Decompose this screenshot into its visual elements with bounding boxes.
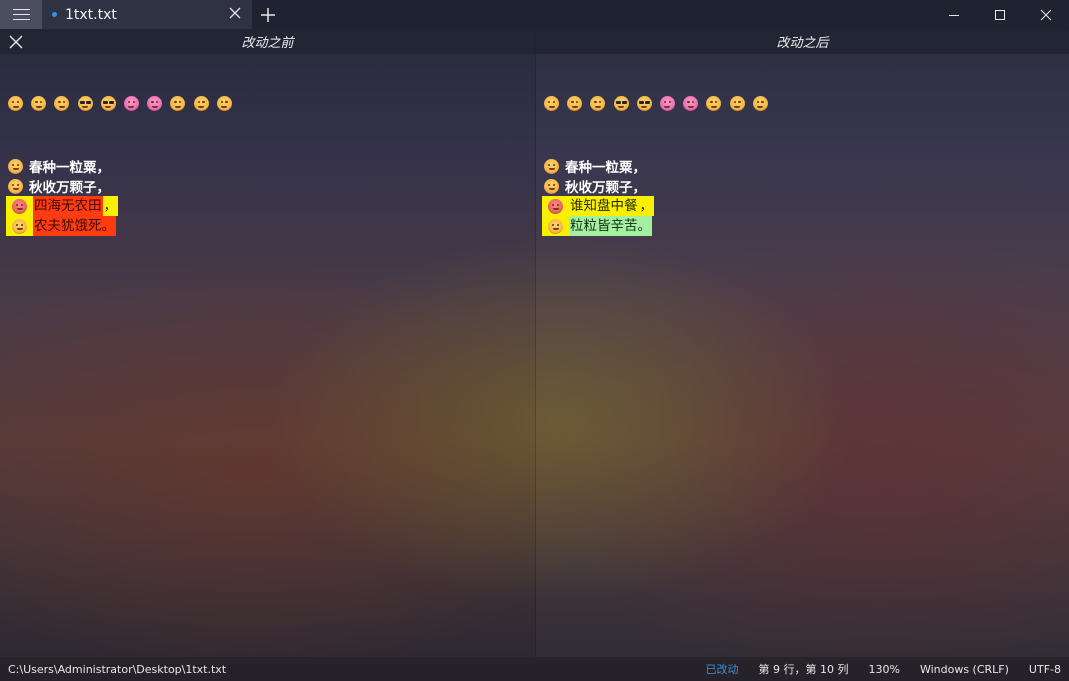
maximize-icon (995, 9, 1005, 20)
after-pane-title: 改动之后 (776, 36, 829, 51)
sad-icon (216, 96, 232, 111)
smile-icon (567, 96, 583, 111)
glasses-icon (77, 96, 93, 111)
maximize-button[interactable] (977, 0, 1023, 29)
new-tab-button[interactable] (252, 0, 284, 29)
encoding[interactable]: UTF-8 (1029, 663, 1061, 676)
minimize-button[interactable] (931, 0, 977, 29)
smile-icon (8, 96, 23, 111)
close-icon (1040, 9, 1052, 20)
changed-marker (6, 216, 33, 236)
unsaved-dot-icon (52, 12, 57, 17)
smile-icon (8, 178, 23, 194)
surprised-icon (12, 218, 27, 234)
minimize-icon (949, 14, 959, 16)
zoom-level[interactable]: 130% (869, 663, 900, 676)
added-text: 粒粒皆辛苦。 (569, 216, 652, 236)
added-line[interactable]: 粒粒皆辛苦。 (542, 216, 654, 236)
smile-icon (54, 96, 70, 111)
heart-eyes-icon (123, 96, 139, 111)
before-text[interactable]: 春种一粒粟， 秋收万颗子， 四海无农田 ， 农夫犹饿死。 (6, 156, 118, 236)
after-emoji-strip (544, 96, 776, 111)
status-bar: C:\Users\Administrator\Desktop\1txt.txt … (0, 657, 1069, 681)
cursor-position[interactable]: 第 9 行，第 10 列 (759, 661, 849, 677)
smile-icon (193, 96, 209, 111)
line-text: 秋收万颗子， (29, 180, 110, 196)
red-face-icon (12, 198, 27, 214)
after-pane-header: 改动之后 (536, 29, 1069, 54)
changed-marker (542, 196, 569, 216)
smile-icon (544, 96, 559, 111)
title-bar: 1txt.txt (0, 0, 1069, 29)
heart-eyes-icon (147, 96, 163, 111)
after-text[interactable]: 春种一粒粟， 秋收万颗子， 谁知盘中餐 ， 粒粒皆辛苦。 (542, 156, 654, 236)
deleted-line[interactable]: 四海无农田 ， (6, 196, 118, 216)
sad-icon (752, 96, 768, 111)
changed-marker (542, 216, 569, 236)
smile-icon (729, 96, 745, 111)
grin-icon (544, 158, 559, 174)
plus-icon (261, 7, 275, 22)
file-tab[interactable]: 1txt.txt (42, 0, 252, 29)
hamburger-icon (12, 8, 30, 21)
modified-status[interactable]: 已改动 (706, 661, 739, 677)
deleted-line[interactable]: 农夫犹饿死。 (6, 216, 118, 236)
text-line[interactable]: 春种一粒粟， (6, 156, 118, 176)
close-tab-icon[interactable] (228, 6, 242, 20)
text-line[interactable]: 春种一粒粟， (542, 156, 654, 176)
window-controls (931, 0, 1069, 29)
smile-icon (706, 96, 722, 111)
close-diff-icon[interactable] (9, 35, 23, 49)
glasses-icon (613, 96, 629, 111)
line-text: 春种一粒粟， (565, 160, 646, 176)
text-line[interactable]: 秋收万颗子， (6, 176, 118, 196)
smile-icon (544, 178, 559, 194)
close-window-button[interactable] (1023, 0, 1069, 29)
surprised-icon (548, 218, 563, 234)
heart-eyes-icon (683, 96, 699, 111)
text-line[interactable]: 秋收万颗子， (542, 176, 654, 196)
smile-icon (590, 96, 606, 111)
line-text: 秋收万颗子， (565, 180, 646, 196)
line-punctuation: ， (638, 196, 654, 216)
before-emoji-strip (8, 96, 240, 111)
before-pane-header: 改动之前 (0, 29, 535, 54)
changed-marker (6, 196, 33, 216)
line-text: 春种一粒粟， (29, 160, 110, 176)
tab-title: 1txt.txt (65, 6, 117, 23)
red-face-icon (548, 198, 563, 214)
menu-button[interactable] (0, 0, 42, 29)
deleted-text: 四海无农田 (33, 196, 103, 216)
added-line[interactable]: 谁知盘中餐 ， (542, 196, 654, 216)
file-path: C:\Users\Administrator\Desktop\1txt.txt (8, 662, 227, 676)
smile-icon (31, 96, 47, 111)
deleted-text: 农夫犹饿死。 (33, 216, 116, 236)
after-pane[interactable] (536, 54, 1069, 657)
glasses-icon (100, 96, 116, 111)
grin-icon (8, 158, 23, 174)
line-ending[interactable]: Windows (CRLF) (920, 663, 1009, 676)
pane-divider[interactable] (535, 29, 536, 657)
added-text: 谁知盘中餐 (569, 196, 639, 216)
line-punctuation: ， (102, 196, 118, 216)
before-pane-title: 改动之前 (241, 36, 294, 51)
glasses-icon (636, 96, 652, 111)
heart-eyes-icon (659, 96, 675, 111)
smile-icon (170, 96, 186, 111)
